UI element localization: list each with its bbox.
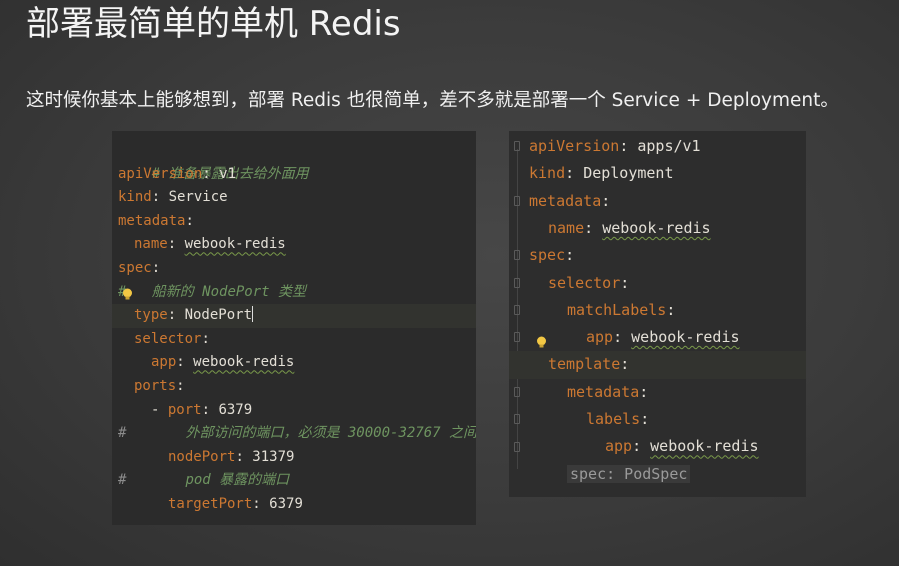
yaml-key: kind bbox=[118, 189, 152, 206]
yaml-value: webook-redis bbox=[184, 236, 286, 253]
code-line[interactable]: # pod 暴露的端口 bbox=[118, 469, 476, 493]
code-line[interactable]: name: webook-redis bbox=[134, 233, 476, 257]
yaml-key: apiVersion bbox=[118, 165, 203, 182]
yaml-value: v1 bbox=[219, 165, 237, 182]
code-line[interactable]: app: webook-redis bbox=[586, 324, 806, 351]
code-line[interactable]: selector: bbox=[134, 328, 476, 352]
yaml-key: port bbox=[167, 401, 202, 418]
yaml-key: matchLabels bbox=[567, 300, 667, 319]
yaml-key: app bbox=[151, 354, 177, 371]
code-line[interactable]: apiVersion: apps/v1 bbox=[529, 133, 806, 160]
yaml-value: Deployment bbox=[583, 164, 674, 183]
yaml-value: apps/v1 bbox=[637, 137, 701, 155]
code-line[interactable]: targetPort: 6379 bbox=[168, 493, 476, 517]
yaml-value: 6379 bbox=[269, 496, 303, 512]
yaml-key: targetPort bbox=[168, 496, 253, 512]
lightbulb-icon[interactable] bbox=[122, 288, 133, 301]
fold-marker-icon[interactable] bbox=[514, 196, 520, 206]
code-line[interactable]: kind: Deployment bbox=[529, 160, 806, 187]
code-line[interactable]: selector: bbox=[548, 270, 806, 297]
fold-marker-icon[interactable] bbox=[514, 332, 520, 342]
comment-text: 外部访问的端口，必须是 30000-32767 之间 bbox=[185, 425, 476, 442]
yaml-key: type bbox=[134, 307, 168, 324]
lightbulb-icon[interactable] bbox=[536, 336, 547, 349]
text-caret bbox=[252, 306, 254, 323]
slide-subtitle: 这时候你基本上能够想到，部署 Redis 也很简单，差不多就是部署一个 Serv… bbox=[26, 90, 839, 111]
code-line-current[interactable]: type: NodePort bbox=[112, 304, 476, 328]
fold-marker-icon[interactable] bbox=[514, 442, 520, 452]
yaml-value: webook-redis bbox=[650, 437, 759, 456]
yaml-key: spec bbox=[529, 246, 566, 265]
yaml-value: 6379 bbox=[218, 401, 253, 418]
yaml-key: metadata bbox=[118, 212, 186, 229]
yaml-key: app bbox=[605, 437, 633, 456]
yaml-value: webook-redis bbox=[602, 218, 711, 237]
yaml-key: ports bbox=[134, 378, 177, 394]
code-line[interactable]: apiVersion: v1 bbox=[118, 163, 476, 187]
code-line[interactable]: labels: bbox=[586, 406, 806, 433]
fold-marker-icon[interactable] bbox=[514, 278, 520, 288]
inlay-hint: spec: PodSpec bbox=[567, 464, 691, 483]
code-line[interactable]: spec: bbox=[118, 257, 476, 281]
yaml-value: NodePort bbox=[184, 307, 253, 324]
slide-title: 部署最简单的单机 Redis bbox=[26, 4, 401, 44]
yaml-key: metadata bbox=[529, 191, 602, 210]
yaml-value: webook-redis bbox=[193, 354, 295, 371]
yaml-key: template bbox=[548, 355, 621, 374]
deployment-yaml-editor[interactable]: apiVersion: apps/v1 kind: Deployment met… bbox=[509, 131, 806, 497]
yaml-value: Service bbox=[168, 189, 228, 206]
yaml-value: webook-redis bbox=[631, 328, 740, 347]
fold-marker-icon[interactable] bbox=[514, 141, 520, 151]
yaml-key: metadata bbox=[567, 382, 640, 401]
code-line[interactable]: matchLabels: bbox=[567, 297, 806, 324]
code-line[interactable]: metadata: bbox=[529, 188, 806, 215]
code-line[interactable]: spec: PodSpec bbox=[567, 461, 806, 488]
fold-marker-icon[interactable] bbox=[514, 250, 520, 260]
yaml-key: labels bbox=[586, 410, 641, 428]
code-line[interactable]: ports: bbox=[134, 375, 476, 399]
yaml-value: 31379 bbox=[252, 448, 295, 465]
fold-marker-icon[interactable] bbox=[514, 305, 520, 315]
yaml-key: name bbox=[134, 236, 168, 253]
yaml-key: selector bbox=[548, 273, 621, 292]
code-line[interactable]: name: webook-redis bbox=[548, 215, 806, 242]
code-line[interactable]: app: webook-redis bbox=[605, 433, 806, 460]
yaml-key: kind bbox=[529, 164, 566, 183]
comment-text: pod 暴露的端口 bbox=[185, 472, 290, 489]
service-yaml-editor[interactable]: # 准备暴露出去给外面用 apiVersion: v1 kind: Servic… bbox=[112, 131, 476, 525]
fold-marker-icon[interactable] bbox=[514, 387, 520, 397]
code-line[interactable]: spec: bbox=[529, 242, 806, 269]
code-line[interactable]: kind: Service bbox=[118, 186, 476, 210]
code-line[interactable]: nodePort: 31379 bbox=[168, 446, 476, 470]
yaml-key: selector bbox=[134, 330, 202, 347]
yaml-key: name bbox=[548, 218, 585, 237]
code-line[interactable]: metadata: bbox=[118, 210, 476, 234]
code-line-current[interactable]: template: bbox=[509, 351, 806, 379]
fold-marker-icon[interactable] bbox=[514, 414, 520, 424]
code-line[interactable]: app: webook-redis bbox=[151, 351, 476, 375]
yaml-key: spec bbox=[118, 260, 152, 276]
yaml-key: app bbox=[586, 328, 614, 347]
code-line[interactable]: # 外部访问的端口，必须是 30000-32767 之间 bbox=[118, 422, 476, 446]
code-line[interactable]: - port: 6379 bbox=[151, 399, 476, 423]
comment-text: 船新的 NodePort 类型 bbox=[151, 283, 307, 300]
yaml-key: apiVersion bbox=[529, 137, 620, 155]
code-line[interactable]: metadata: bbox=[567, 379, 806, 406]
code-line[interactable]: # 船新的 NodePort 类型 bbox=[118, 281, 476, 305]
code-line[interactable]: # 准备暴露出去给外面用 bbox=[118, 139, 476, 182]
yaml-key: nodePort bbox=[168, 448, 236, 465]
